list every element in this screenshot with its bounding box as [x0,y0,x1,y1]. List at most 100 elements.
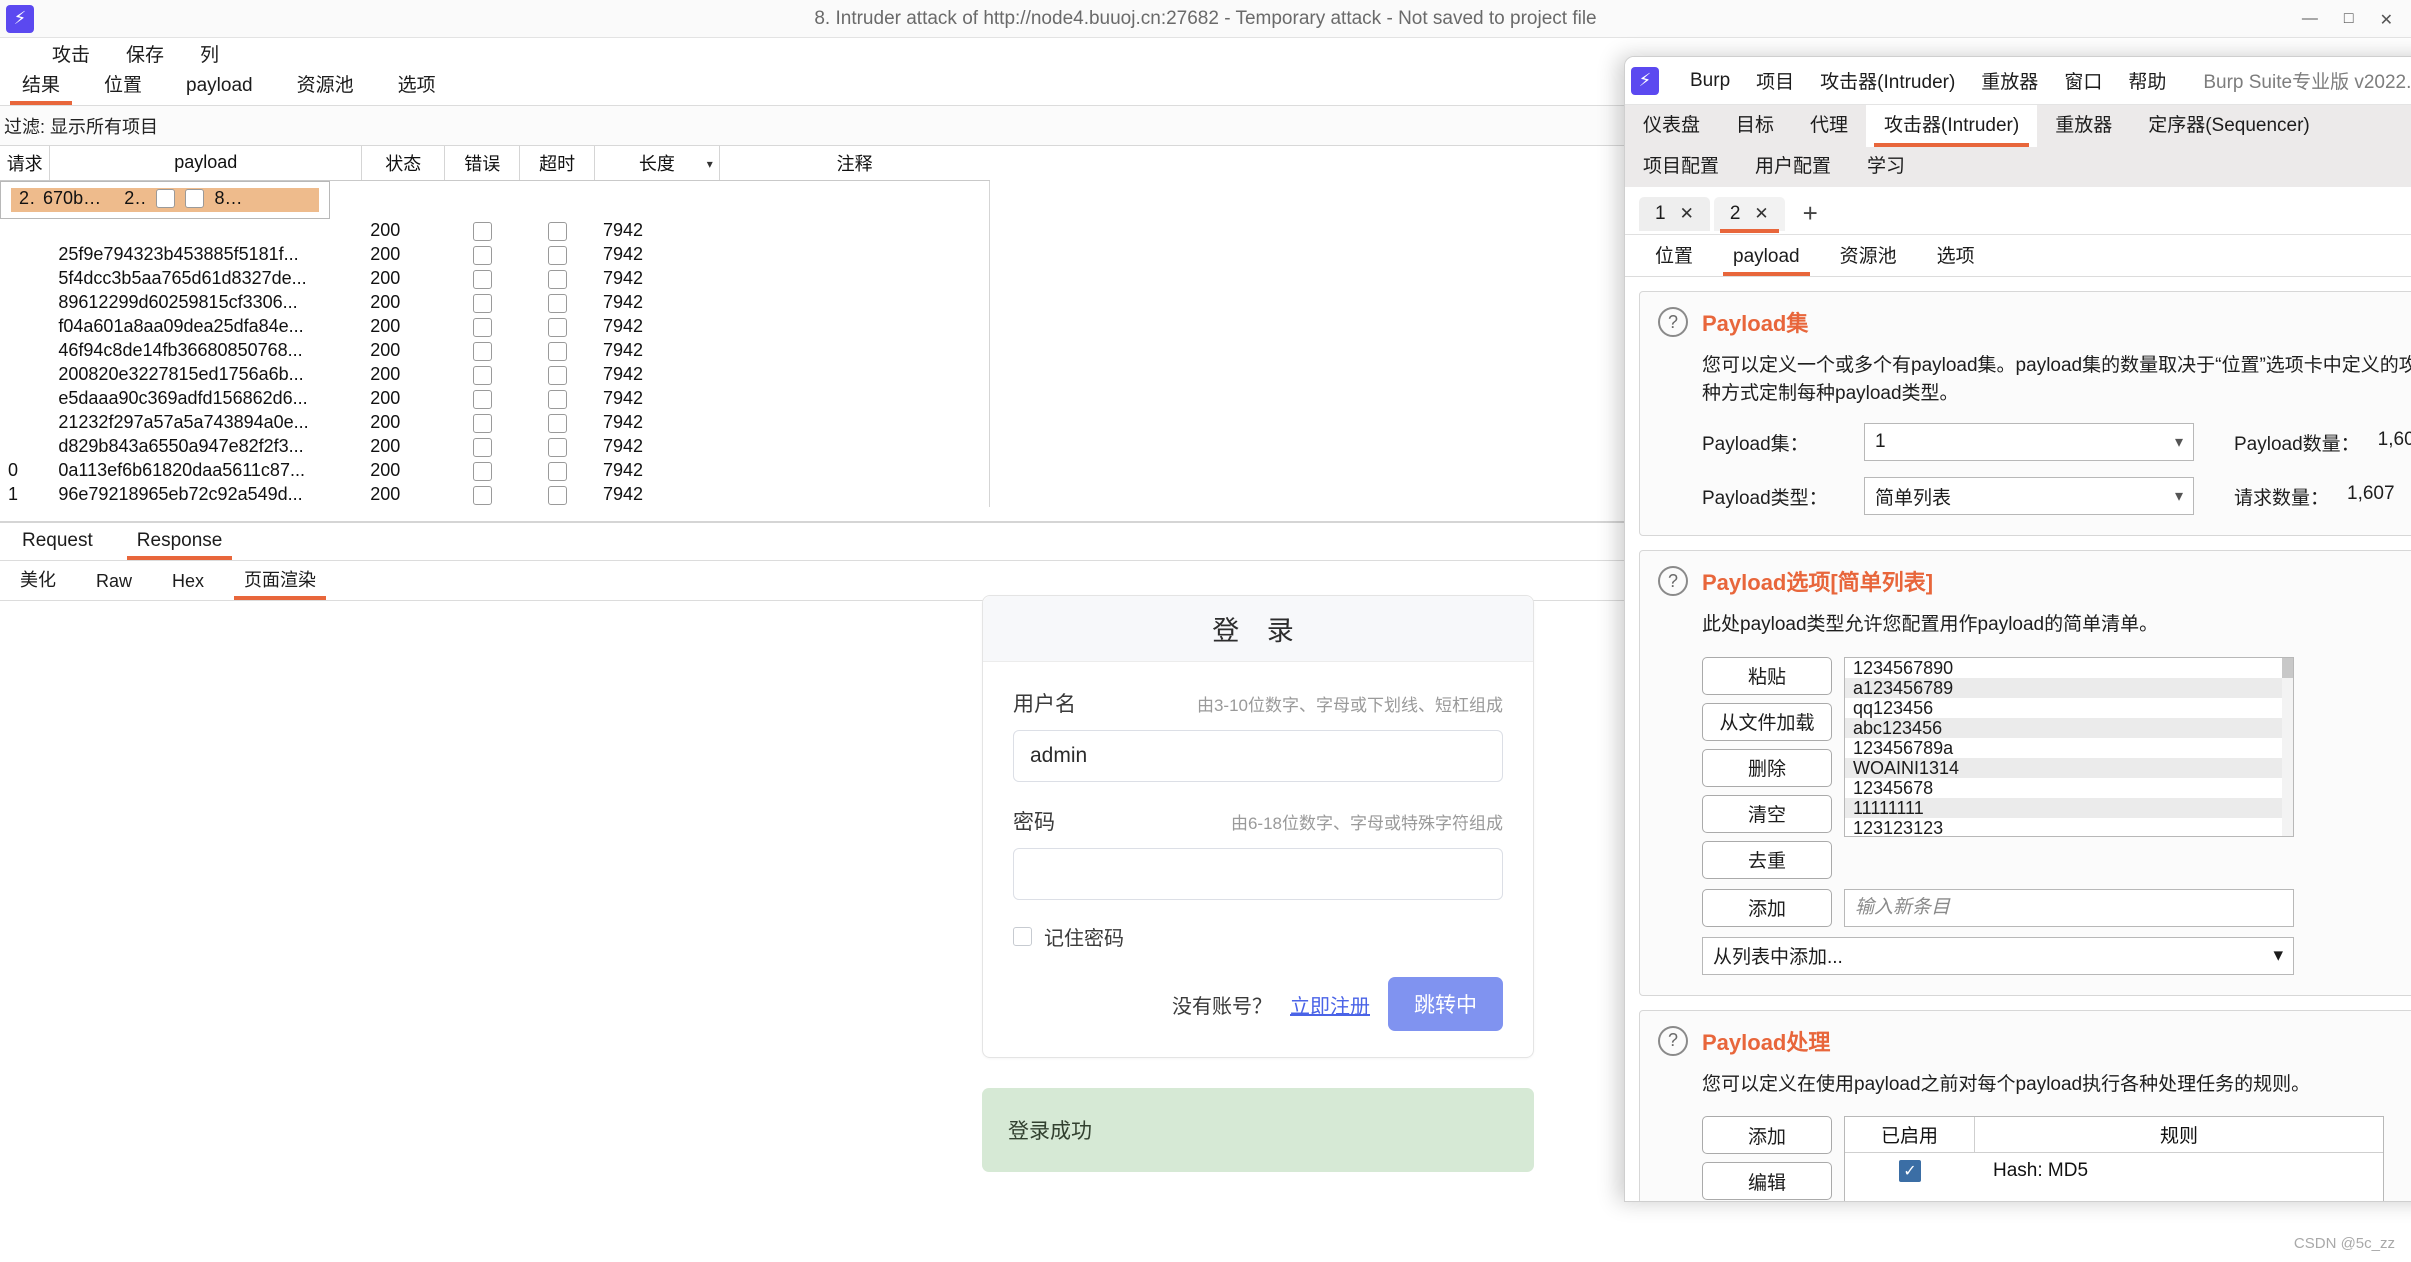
timeout-checkbox[interactable] [547,317,567,337]
close-icon[interactable]: ✕ [1680,204,1694,224]
tab-request[interactable]: Request [0,530,115,560]
menu-item-burp[interactable]: Burp [1677,70,1743,92]
tab-dashboard[interactable]: 仪表盘 [1625,105,1718,147]
payload-listbox[interactable]: 1234567890 a123456789 qq123456 abc123456… [1844,656,2294,837]
close-icon[interactable]: ✕ [1754,204,1768,224]
timeout-checkbox[interactable] [547,269,567,289]
table-row[interactable]: 5f4dcc3b5aa765d61d8327de... 200 7942 [0,267,990,291]
username-input[interactable] [1013,730,1503,782]
column-header-payload[interactable]: payload [49,146,363,181]
timeout-checkbox[interactable] [547,245,567,265]
question-mark-icon[interactable]: ? [1658,1025,1688,1056]
error-checkbox[interactable] [472,269,492,289]
payload-list-scroll-thumb[interactable] [2282,657,2293,678]
error-checkbox[interactable] [472,317,492,337]
menu-item-help[interactable]: 帮助 [2115,67,2179,94]
list-item[interactable]: 12345678 [1845,778,2293,798]
tab-project-options[interactable]: 项目配置 [1625,147,1737,187]
timeout-checkbox[interactable] [185,189,205,209]
menu-item-intruder[interactable]: 攻击器(Intruder) [1807,67,1968,94]
question-mark-icon[interactable]: ? [1658,307,1688,337]
list-item[interactable]: 1234567890 [1845,658,2293,678]
error-checkbox[interactable] [472,365,492,385]
menu-item-columns[interactable]: 列 [182,40,237,67]
table-row[interactable]: 46f94c8de14fb36680850768... 200 7942 [0,339,990,363]
payload-list-scrollbar[interactable] [2282,657,2293,836]
attack-tab-1[interactable]: 1 ✕ [1639,196,1710,231]
maximize-icon[interactable]: □ [2344,10,2354,30]
edit-rule-button[interactable]: 编辑 [1702,1162,1832,1201]
attack-tab-2[interactable]: 2 ✕ [1713,196,1785,233]
column-header-error[interactable]: 错误 [444,146,521,181]
tab-target[interactable]: 目标 [1718,105,1792,147]
table-row[interactable]: ✓ Hash: MD5 [1845,1153,2383,1189]
tab-hex[interactable]: Hex [152,571,224,600]
column-header-comment[interactable]: 注释 [719,146,990,181]
error-checkbox[interactable] [472,437,492,457]
list-item[interactable]: abc123456 [1845,717,2293,738]
tab-raw[interactable]: Raw [76,571,152,600]
error-checkbox[interactable] [472,389,492,409]
column-header-timeout[interactable]: 超时 [519,146,595,181]
table-row[interactable]: 21232f297a57a5a743894a0e... 200 7942 [0,411,990,435]
timeout-checkbox[interactable] [547,341,567,361]
table-row[interactable]: 200 7942 [0,219,990,243]
table-row[interactable]: 0 0a113ef6b61820daa5611c87... 200 7942 [0,459,990,483]
list-item[interactable]: 11111111 [1845,797,2293,818]
list-item[interactable]: a123456789 [1845,677,2293,698]
tab-pretty[interactable]: 美化 [0,566,76,600]
menu-item-attack[interactable]: 攻击 [34,40,108,67]
timeout-checkbox[interactable] [547,221,567,241]
table-row[interactable]: 1 96e79218965eb72c92a549d... 200 7942 [0,483,990,507]
timeout-checkbox[interactable] [547,485,567,505]
subtab-payload[interactable]: payload [1713,246,1820,276]
subtab-resource-pool[interactable]: 资源池 [1820,241,1917,276]
close-icon[interactable]: ✕ [2380,10,2393,30]
tab-repeater[interactable]: 重放器 [2037,105,2130,147]
add-from-list-select[interactable]: 从列表中添加... ▾ [1702,936,2294,975]
payload-type-select[interactable]: 简单列表 ▾ [1864,477,2194,516]
error-checkbox[interactable] [472,413,492,433]
add-tab-button[interactable]: + [1789,198,1832,229]
table-row[interactable]: 89612299d60259815cf3306... 200 7942 [0,291,990,315]
timeout-checkbox[interactable] [547,461,567,481]
password-input[interactable] [1013,848,1503,900]
deduplicate-button[interactable]: 去重 [1702,840,1832,879]
table-row[interactable]: 2 670b14728ad9902aecba32e... 200 8320 [0,180,330,219]
menu-item-save[interactable]: 保存 [108,40,182,67]
list-item[interactable]: qq123456 [1845,698,2293,718]
timeout-checkbox[interactable] [547,389,567,409]
timeout-checkbox[interactable] [547,293,567,313]
tab-learn[interactable]: 学习 [1849,147,1923,187]
minimize-icon[interactable]: — [2302,10,2318,30]
paste-button[interactable]: 粘贴 [1702,656,1832,695]
remember-password-row[interactable]: 记住密码 [1013,922,1503,951]
payload-set-select[interactable]: 1 ▾ [1864,423,2194,462]
rule-enabled-checkbox[interactable]: ✓ [1899,1160,1921,1183]
list-item[interactable]: 123123123 [1845,818,2293,836]
tab-proxy[interactable]: 代理 [1792,105,1866,147]
subtab-options[interactable]: 选项 [1917,241,1995,276]
tab-resource-pool[interactable]: 资源池 [275,70,376,105]
add-rule-button[interactable]: 添加 [1702,1116,1832,1155]
remember-checkbox[interactable] [1013,927,1032,946]
tab-user-options[interactable]: 用户配置 [1737,147,1849,187]
list-item[interactable]: 123456789a [1845,738,2293,758]
submit-button[interactable]: 跳转中 [1388,977,1503,1031]
timeout-checkbox[interactable] [547,413,567,433]
register-link[interactable]: 立即注册 [1290,990,1370,1019]
table-row[interactable]: f04a601a8aa09dea25dfa84e... 200 7942 [0,315,990,339]
tab-positions[interactable]: 位置 [82,70,164,105]
tab-options[interactable]: 选项 [376,70,458,105]
list-item[interactable]: WOAINI1314 [1845,757,2293,778]
tab-intruder[interactable]: 攻击器(Intruder) [1866,105,2038,147]
menu-item-repeater[interactable]: 重放器 [1968,67,2051,94]
tab-payload[interactable]: payload [164,75,275,105]
new-item-input[interactable] [1844,888,2294,927]
tab-render[interactable]: 页面渲染 [224,566,336,600]
subtab-positions[interactable]: 位置 [1635,241,1713,276]
error-checkbox[interactable] [155,189,175,209]
tab-sequencer[interactable]: 定序器(Sequencer) [2130,105,2328,147]
error-checkbox[interactable] [472,341,492,361]
timeout-checkbox[interactable] [547,437,567,457]
